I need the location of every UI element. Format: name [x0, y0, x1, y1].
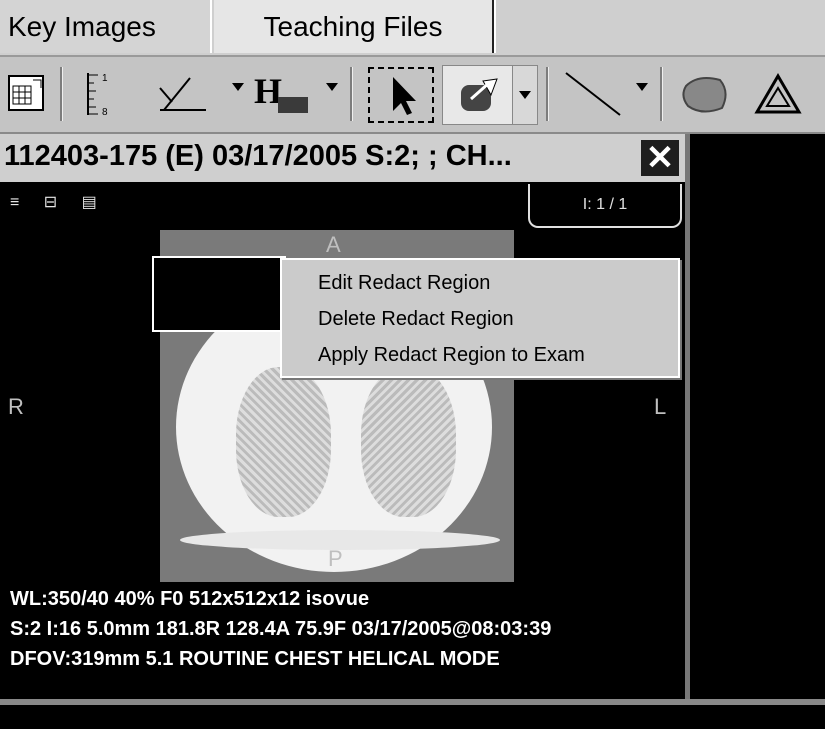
redact-eraser-icon[interactable] [442, 65, 514, 125]
tab-divider [494, 0, 496, 53]
viewport-title: 112403-175 (E) 03/17/2005 S:2; ; CH... [4, 140, 512, 172]
tab-key-images-label: Key Images [8, 11, 156, 42]
toolbar-separator [350, 67, 353, 121]
ruler-icon[interactable]: 18 [76, 65, 120, 123]
viewport-title-bar: 112403-175 (E) 03/17/2005 S:2; ; CH... ✕ [0, 134, 685, 182]
image-index: I: 1 / 1 [528, 184, 682, 228]
tab-teaching-files[interactable]: Teaching Files [214, 0, 494, 53]
angle-dropdown-icon[interactable] [232, 83, 244, 91]
toolbar: 18 H [0, 57, 825, 134]
tab-teaching-files-label: Teaching Files [263, 11, 443, 42]
right-viewport[interactable] [690, 134, 825, 699]
info-line-2: S:2 I:16 5.0mm 181.8R 128.4A 75.9F 03/17… [10, 618, 552, 640]
line-dropdown-icon[interactable] [636, 83, 648, 91]
redact-dropdown-icon [519, 91, 531, 99]
orientation-right: L [654, 394, 667, 419]
histogram-dropdown-icon[interactable] [326, 83, 338, 91]
image-viewport[interactable]: 112403-175 (E) 03/17/2005 S:2; ; CH... ✕… [0, 134, 690, 699]
ct-lung-right [361, 367, 456, 517]
grid-layout-icon[interactable] [4, 65, 50, 123]
triangle-icon[interactable] [748, 65, 808, 123]
redact-region[interactable] [152, 256, 286, 332]
region-icon[interactable] [676, 65, 734, 123]
svg-text:H: H [254, 71, 282, 111]
redact-dropdown-button[interactable] [512, 65, 538, 125]
tab-key-images[interactable]: Key Images [0, 0, 212, 53]
bottom-divider [0, 699, 825, 729]
angle-icon[interactable] [150, 65, 210, 123]
toolbar-separator [546, 67, 549, 121]
orientation-left: R [8, 394, 24, 419]
info-line-3: DFOV:319mm 5.1 ROUTINE CHEST HELICAL MOD… [10, 648, 500, 670]
histogram-icon[interactable]: H [252, 65, 316, 123]
orientation-top: A [326, 232, 341, 257]
context-menu: Edit Redact Region Delete Redact Region … [280, 258, 680, 378]
close-button[interactable]: ✕ [641, 140, 679, 176]
viewport-icon-row: ≡ ⊟ ▤ [10, 192, 107, 212]
menu-item-edit-redact-region[interactable]: Edit Redact Region [318, 272, 490, 295]
line-icon[interactable] [560, 65, 630, 123]
menu-item-delete-redact-region[interactable]: Delete Redact Region [318, 308, 514, 331]
list-icon[interactable]: ≡ [10, 194, 29, 211]
toolbar-separator [660, 67, 663, 121]
toolbar-separator [60, 67, 63, 121]
ruler-label-top: 1 [102, 73, 108, 84]
ct-lung-left [236, 367, 331, 517]
notes-icon[interactable]: ▤ [82, 194, 107, 211]
info-line-1: WL:350/40 40% F0 512x512x12 isovue [10, 588, 370, 610]
link-icon[interactable]: ⊟ [44, 194, 67, 211]
select-arrow-icon[interactable] [368, 67, 434, 123]
menu-item-apply-redact-region-to-exam[interactable]: Apply Redact Region to Exam [318, 344, 585, 367]
tab-bar: Key Images Teaching Files [0, 0, 825, 57]
orientation-bottom: P [328, 546, 343, 571]
ruler-label-bottom: 8 [102, 107, 108, 118]
